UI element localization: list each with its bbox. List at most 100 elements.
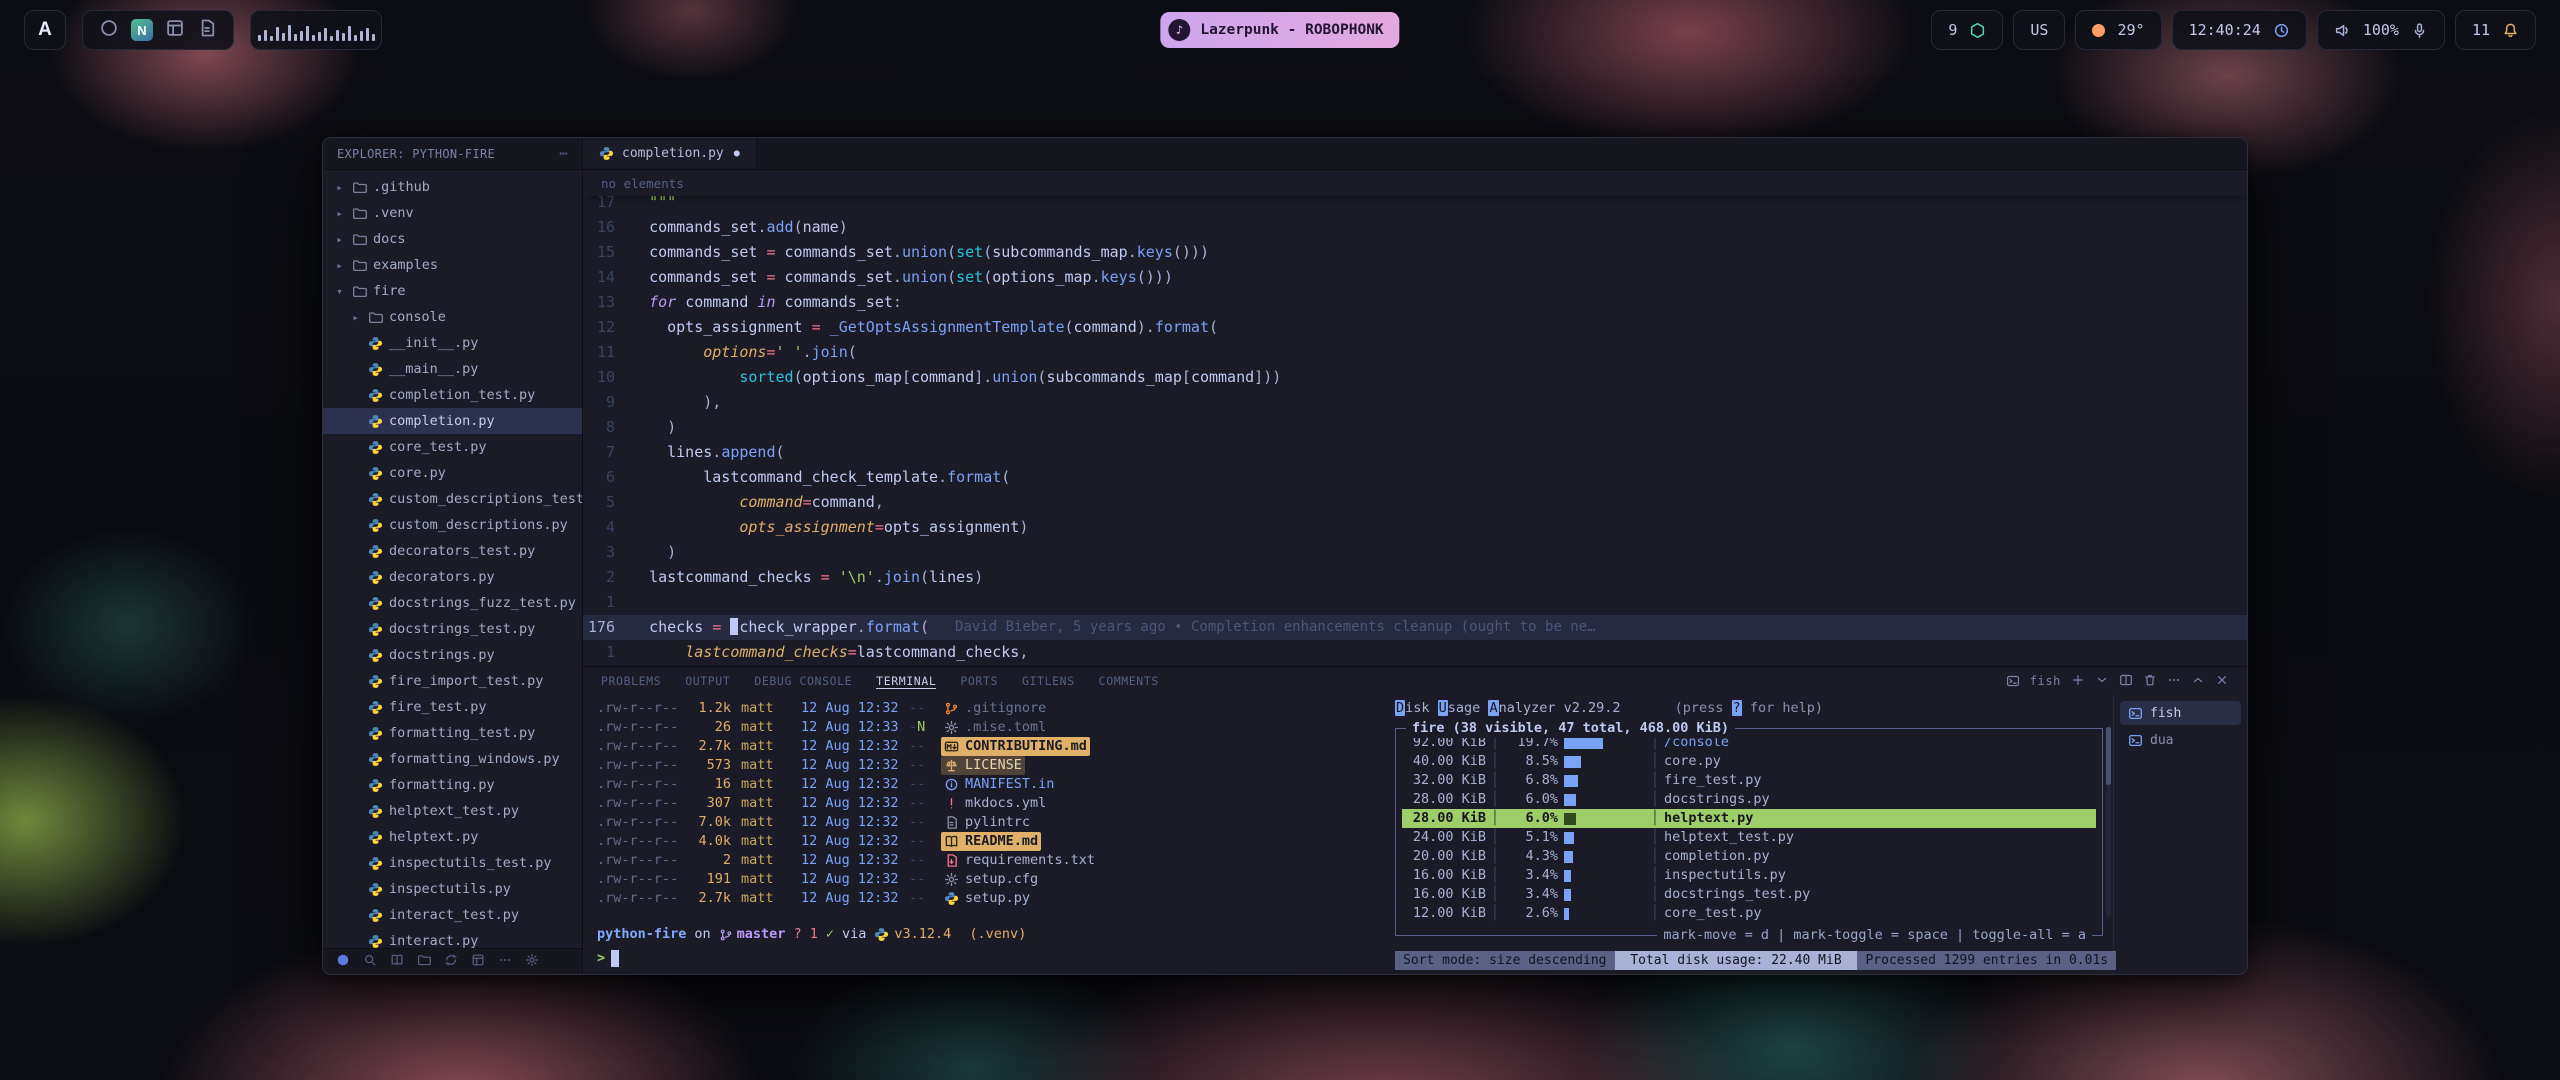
tree-item-core-py[interactable]: core.py	[323, 460, 582, 486]
dua-size: 20.00 KiB	[1402, 847, 1486, 866]
terminal-dua-pane[interactable]: Disk Usage Analyzer v2.29.2 (press ? for…	[1387, 695, 2113, 974]
search-icon[interactable]	[363, 952, 377, 971]
tree-item-examples[interactable]: ▸examples	[323, 252, 582, 278]
clock-widget[interactable]: 12:40:24	[2172, 10, 2307, 50]
chevron-down-icon[interactable]	[2095, 673, 2109, 690]
file-tree: ▸.github▸.venv▸docs▸examples▾fire▸consol…	[323, 170, 582, 948]
terminal-tab-fish[interactable]: fish	[2120, 701, 2241, 725]
notifications-widget[interactable]: 11	[2455, 10, 2536, 50]
explorer-more-actions[interactable]: ⋯	[559, 146, 568, 162]
tree-item-interact-py[interactable]: interact.py	[323, 928, 582, 948]
updates-widget[interactable]: 9	[1931, 10, 2003, 50]
sync-icon[interactable]	[444, 952, 458, 971]
python-icon	[368, 622, 383, 637]
shell-input-line[interactable]: >	[597, 949, 620, 968]
git-icon	[944, 701, 959, 716]
dua-percent: 6.8%	[1504, 771, 1558, 790]
tree-item-github[interactable]: ▸.github	[323, 174, 582, 200]
explorer-header: EXPLORER: PYTHON-FIRE ⋯	[323, 138, 583, 169]
app-window-icon[interactable]	[165, 18, 185, 42]
dua-percent: 8.5%	[1504, 752, 1558, 771]
tree-item-helptext-py[interactable]: helptext.py	[323, 824, 582, 850]
code-editor[interactable]: 17 """16 commands_set.add(name)15 comman…	[583, 196, 2247, 666]
terminal-profile-label[interactable]: fish	[2030, 674, 2061, 688]
panel-tab-output[interactable]: OUTPUT	[685, 674, 730, 689]
app-doc-icon[interactable]	[197, 18, 217, 42]
terminal-fish-pane[interactable]: .rw-r--r--1.2kmatt12 Aug 12:32--.gitigno…	[583, 695, 1387, 974]
more-icon[interactable]	[498, 952, 512, 971]
tree-item-decorators-test-py[interactable]: decorators_test.py	[323, 538, 582, 564]
neovim-icon[interactable]: N	[131, 19, 153, 41]
tree-item-formatting-windows-py[interactable]: formatting_windows.py	[323, 746, 582, 772]
dua-scrollbar[interactable]	[2106, 727, 2111, 917]
tree-item-core-test-py[interactable]: core_test.py	[323, 434, 582, 460]
tree-item-inspectutils-py[interactable]: inspectutils.py	[323, 876, 582, 902]
dua-scrollbar-thumb[interactable]	[2106, 727, 2111, 785]
chevron-up-icon[interactable]	[2191, 673, 2205, 690]
tree-item-custom-descriptions-test[interactable]: custom_descriptions_test...	[323, 486, 582, 512]
dua-entry-name: inspectutils.py	[1664, 866, 2096, 885]
trash-icon[interactable]	[2143, 673, 2157, 690]
split-icon[interactable]	[2119, 673, 2133, 690]
tree-item-main-py[interactable]: __main__.py	[323, 356, 582, 382]
tree-item-init-py[interactable]: __init__.py	[323, 330, 582, 356]
launcher-button[interactable]: A	[24, 10, 66, 50]
tree-item-formatting-py[interactable]: formatting.py	[323, 772, 582, 798]
panel-tab-ports[interactable]: PORTS	[960, 674, 998, 689]
python-icon	[368, 882, 383, 897]
modified-dot-icon[interactable]: ●	[734, 148, 740, 159]
panel-tab-comments[interactable]: COMMENTS	[1099, 674, 1159, 689]
code-line: 1 lastcommand_checks=lastcommand_checks,	[583, 640, 2247, 665]
keyboard-layout-widget[interactable]: US	[2013, 10, 2065, 50]
dua-sort-mode: Sort mode: size descending	[1395, 951, 1615, 970]
tree-item-docs[interactable]: ▸docs	[323, 226, 582, 252]
code-text: checks = check_wrapper.format(	[631, 615, 929, 640]
dua-separator: │	[1486, 847, 1504, 866]
tree-item-completion-test-py[interactable]: completion_test.py	[323, 382, 582, 408]
weather-widget[interactable]: 29°	[2075, 10, 2161, 50]
dua-size: 12.00 KiB	[1402, 904, 1486, 923]
terminal-tab-dua[interactable]: dua	[2120, 728, 2241, 752]
media-player-widget[interactable]: ♪ Lazerpunk - ROBOPHONK	[1160, 12, 1399, 48]
tree-item-interact-test-py[interactable]: interact_test.py	[323, 902, 582, 928]
tree-item-docstrings-fuzz-test-py[interactable]: docstrings_fuzz_test.py	[323, 590, 582, 616]
gear-icon[interactable]	[525, 952, 539, 971]
tree-item-docstrings-py[interactable]: docstrings.py	[323, 642, 582, 668]
dua-bar	[1558, 813, 1646, 825]
audio-widget[interactable]: 100%	[2317, 10, 2445, 50]
tree-item-venv[interactable]: ▸.venv	[323, 200, 582, 226]
panel-tab-terminal[interactable]: TERMINAL	[876, 674, 936, 689]
window-icon[interactable]	[471, 952, 485, 971]
panel-tab-gitlens[interactable]: GITLENS	[1022, 674, 1075, 689]
folder-icon[interactable]	[417, 952, 431, 971]
python-icon	[368, 414, 383, 429]
breadcrumb[interactable]: no elements	[583, 170, 2247, 196]
ls-git-status: --	[909, 813, 935, 832]
terminal-tab-label: fish	[2150, 704, 2181, 723]
tree-item-custom-descriptions-py[interactable]: custom_descriptions.py	[323, 512, 582, 538]
tree-item-fire-test-py[interactable]: fire_test.py	[323, 694, 582, 720]
close-icon[interactable]	[2215, 673, 2229, 690]
book-icon[interactable]	[390, 952, 404, 971]
remote-icon[interactable]	[336, 952, 350, 971]
panel-tab-problems[interactable]: PROBLEMS	[601, 674, 661, 689]
panel-tab-debug-console[interactable]: DEBUG CONSOLE	[754, 674, 852, 689]
more-icon[interactable]	[2167, 673, 2181, 690]
tree-item-fire-import-test-py[interactable]: fire_import_test.py	[323, 668, 582, 694]
tree-item-inspectutils-test-py[interactable]: inspectutils_test.py	[323, 850, 582, 876]
tree-item-docstrings-test-py[interactable]: docstrings_test.py	[323, 616, 582, 642]
tree-item-fire[interactable]: ▾fire	[323, 278, 582, 304]
tree-item-console[interactable]: ▸console	[323, 304, 582, 330]
dua-row-docstrings-test-py: 16.00 KiB│3.4%│docstrings_test.py	[1402, 885, 2096, 904]
tree-item-completion-py[interactable]: completion.py	[323, 408, 582, 434]
tree-item-decorators-py[interactable]: decorators.py	[323, 564, 582, 590]
keyboard-layout: US	[2030, 21, 2048, 39]
tab-completion-py[interactable]: completion.py ●	[583, 138, 757, 169]
file-label: fire_test.py	[389, 699, 487, 715]
terminal-icon	[2128, 706, 2143, 721]
folder-icon	[352, 180, 367, 195]
app-circle-icon[interactable]	[99, 18, 119, 42]
plus-icon[interactable]	[2071, 673, 2085, 690]
tree-item-helptext-test-py[interactable]: helptext_test.py	[323, 798, 582, 824]
tree-item-formatting-test-py[interactable]: formatting_test.py	[323, 720, 582, 746]
